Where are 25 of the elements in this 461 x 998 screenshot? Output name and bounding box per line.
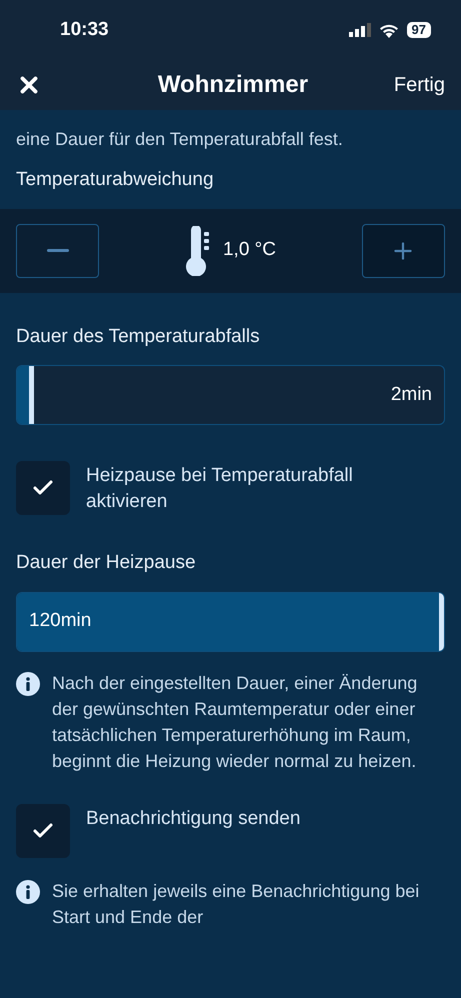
checkbox-label: Heizpause bei Temperaturabfall aktivieren [86,464,354,514]
slider-value: 120min [28,609,92,634]
signal-icon [348,23,371,37]
info-icon [16,672,40,696]
slider-track[interactable]: 120min [16,592,445,652]
minus-icon [46,249,68,252]
section-label: Temperaturabweichung [15,168,215,192]
info-icon [16,880,40,904]
screen-title: Wohnzimmer [158,70,308,100]
wifi-icon [378,22,399,38]
checkbox[interactable] [16,804,70,858]
status-time: 10:33 [60,18,109,42]
slider-value: 2min [390,382,433,407]
intro-text: eine Dauer für den Temperaturabfall fest. [15,128,344,151]
info-text: Nach der eingestellten Dauer, einer Änderung der gewünschten Raumtemperatur oder einer tatsächlichen Temperaturerhöhung im Raum, beginnt die Heizung wieder normal zu heizen. [52,672,418,773]
info-text: Sie erhalten jeweils eine Benachrichtigung bei Start und Ende der [52,880,420,928]
section-label: Dauer des Temperaturabfalls [15,324,261,348]
checkbox-label: Benachrichtigung senden [86,806,300,830]
checkbox[interactable] [16,461,70,515]
section-label: Dauer der Heizpause [15,551,197,575]
slider-track[interactable]: 2min [16,365,445,425]
increase-button[interactable] [362,224,445,278]
done-button[interactable]: Fertig [394,70,445,100]
temperature-value: 1,0 °C [222,238,276,262]
battery-icon: 97 [406,22,431,38]
